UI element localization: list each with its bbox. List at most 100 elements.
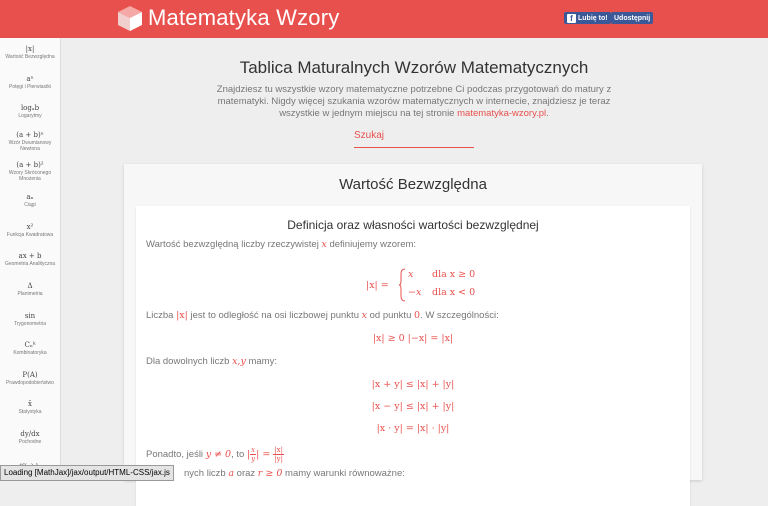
- sidebar-item-symbol: |x|: [25, 45, 35, 54]
- text-fragment: Wartość bezwzględną liczby rzeczywistej: [146, 239, 319, 250]
- sidebar: |x| Wartość Bezwzględna aⁿ Potęgi i Pierwia…: [0, 38, 61, 480]
- sidebar-item[interactable]: (a + b)² Wzory Skróconego Mnożenia: [0, 156, 60, 186]
- sidebar-item[interactable]: aⁿ Potęgi i Pierwiastki: [0, 68, 60, 98]
- equivalent-conditions-paragraph: nych liczb a oraz r ≥ 0 mamy warunki rów…: [184, 468, 405, 479]
- fraction-denominator: y: [251, 455, 256, 463]
- sidebar-item-symbol: Δ: [27, 282, 33, 291]
- sidebar-item[interactable]: x̄ Statystyka: [0, 393, 60, 423]
- sidebar-item-symbol: x²: [26, 222, 34, 231]
- section-card: Wartość Bezwzględna Definicja oraz własn…: [124, 164, 702, 506]
- search-field[interactable]: [354, 125, 474, 148]
- sidebar-item-symbol: sin: [24, 311, 36, 320]
- equation-triangle-sum: |x + y| ≤ |x| + |y|: [371, 379, 455, 390]
- sidebar-item[interactable]: logₐb Logarytmy: [0, 97, 60, 127]
- intro-text: Znajdziesz tu wszystkie wzory matematycz…: [214, 84, 614, 120]
- sidebar-item-symbol: dy/dx: [20, 430, 40, 439]
- quotient-paragraph: Ponadto, jeśli y ≠ 0, to | x y | = |x| |y|: [146, 446, 284, 463]
- sidebar-item-symbol: ax + b: [18, 252, 42, 261]
- sidebar-item-label: Prawdopodobieństwo: [6, 379, 54, 386]
- site-title: Matematyka Wzory: [148, 5, 340, 30]
- math-variable: x,y: [232, 356, 246, 367]
- sidebar-item-symbol: P(A): [22, 370, 38, 379]
- section-content: Definicja oraz własności wartości bezwzg…: [136, 206, 690, 506]
- text-fragment: , to: [231, 449, 245, 460]
- definition-row-2: −x dla x < 0: [408, 287, 475, 298]
- sidebar-item[interactable]: x² Funkcja Kwadratowa: [0, 216, 60, 246]
- sidebar-item-symbol: x̄: [28, 400, 32, 409]
- sidebar-item[interactable]: Δ Planimetria: [0, 275, 60, 305]
- fraction-numerator: x: [250, 446, 257, 455]
- math-condition: r ≥ 0: [257, 468, 283, 479]
- math-variable: x: [361, 310, 367, 321]
- top-bar: Matematyka Wzory f Lubię to! Udostępnij: [0, 0, 768, 38]
- sidebar-item-label: Geometria Analityczna: [4, 261, 56, 268]
- section-title: Wartość Bezwzględna: [339, 176, 487, 193]
- text-fragment: nych liczb: [184, 468, 226, 479]
- equation-nonnegative: |x| ≥ 0 |−x| = |x|: [372, 333, 454, 344]
- math-variable: a: [228, 468, 235, 479]
- intro-body: Znajdziesz tu wszystkie wzory matematycz…: [216, 84, 612, 119]
- sidebar-item[interactable]: sin Trygonometria: [0, 304, 60, 334]
- sidebar-item-label: Ciągi: [24, 202, 36, 209]
- sidebar-item-label: Kombinatoryka: [13, 350, 47, 357]
- site-logo[interactable]: Matematyka Wzory: [116, 4, 339, 32]
- cube-logo-icon: [118, 6, 142, 31]
- intro-link[interactable]: matematyka-wzory.pl: [457, 108, 546, 119]
- sidebar-item-label: Statystyka: [18, 409, 42, 416]
- facebook-like-button[interactable]: f Lubię to!: [564, 12, 611, 24]
- text-fragment: mamy warunki równoważne:: [285, 468, 405, 479]
- arbitrary-numbers-paragraph: Dla dowolnych liczb x,y mamy:: [146, 356, 277, 367]
- text-fragment: Dla dowolnych liczb: [146, 356, 230, 367]
- left-brace-icon: [398, 268, 406, 302]
- text-fragment: od punktu: [369, 310, 412, 321]
- sidebar-item-label: Pochodne: [18, 439, 42, 446]
- sidebar-item-symbol: Cₙᵏ: [24, 341, 36, 350]
- sidebar-item-symbol: (a + b)²: [16, 160, 44, 169]
- quotient-equation: | x y | = |x| |y|: [246, 446, 284, 463]
- sidebar-item-label: Funkcja Kwadratowa: [6, 231, 54, 238]
- math-condition: y ≠ 0: [205, 449, 232, 460]
- definition-lhs: |x| =: [366, 280, 389, 291]
- text-fragment: Ponadto, jeśli: [146, 449, 204, 460]
- math-value: −x: [408, 287, 422, 298]
- sidebar-item[interactable]: Cₙᵏ Kombinatoryka: [0, 334, 60, 364]
- text-fragment: jest to odległość na osi liczbowej punkt…: [190, 310, 359, 321]
- sidebar-item-label: Logarytmy: [18, 113, 42, 120]
- sidebar-item-symbol: aⁿ: [26, 74, 34, 83]
- text-fragment: Liczba: [146, 310, 174, 321]
- sidebar-item-label: Wartość Bezwzględna: [5, 54, 55, 61]
- sidebar-item-label: Wzór Dwumianowy Newtona: [8, 140, 52, 153]
- share-label: Udostępnij: [614, 14, 651, 22]
- sidebar-item[interactable]: P(A) Prawdopodobieństwo: [0, 364, 60, 394]
- fraction-denominator: |y|: [274, 455, 283, 463]
- sidebar-item-symbol: logₐb: [20, 104, 40, 113]
- math-variable: |x|: [176, 310, 188, 321]
- math-condition: dla x ≥ 0: [432, 269, 476, 280]
- definition-row-1: x dla x ≥ 0: [408, 269, 475, 280]
- sidebar-item-label: Trygonometria: [13, 320, 47, 327]
- search-input[interactable]: [354, 127, 474, 144]
- sidebar-item[interactable]: ax + b Geometria Analityczna: [0, 245, 60, 275]
- equation-product: |x · y| = |x| · |y|: [376, 423, 450, 434]
- sidebar-item[interactable]: aₙ Ciągi: [0, 186, 60, 216]
- intro-end: .: [546, 108, 549, 119]
- text-fragment: . W szczególności:: [420, 310, 499, 321]
- subsection-title: Definicja oraz własności wartości bezwzg…: [287, 218, 539, 232]
- math-variable: x: [321, 239, 327, 250]
- text-fragment: definiujemy wzorem:: [329, 239, 417, 250]
- sidebar-item[interactable]: (a + b)ⁿ Wzór Dwumianowy Newtona: [0, 127, 60, 157]
- sidebar-item-label: Wzory Skróconego Mnożenia: [8, 169, 52, 182]
- share-button[interactable]: Udostępnij: [611, 12, 654, 24]
- math-condition: dla x < 0: [432, 287, 476, 298]
- facebook-icon: f: [567, 13, 576, 23]
- fraction-numerator: |x|: [273, 446, 284, 455]
- equation-triangle-difference: |x − y| ≤ |x| + |y|: [371, 401, 455, 412]
- facebook-like-label: Lubię to!: [578, 14, 608, 22]
- page-title: Tablica Maturalnych Wzorów Matematycznyc…: [239, 58, 589, 77]
- sidebar-item[interactable]: |x| Wartość Bezwzględna: [0, 38, 60, 68]
- mathjax-loading-status: Loading [MathJax]/jax/output/HTML-CSS/ja…: [0, 465, 174, 481]
- sidebar-item-label: Potęgi i Pierwiastki: [9, 83, 51, 90]
- sidebar-item-symbol: (a + b)ⁿ: [16, 131, 44, 140]
- sidebar-item-symbol: aₙ: [26, 193, 34, 202]
- sidebar-item[interactable]: dy/dx Pochodne: [0, 423, 60, 453]
